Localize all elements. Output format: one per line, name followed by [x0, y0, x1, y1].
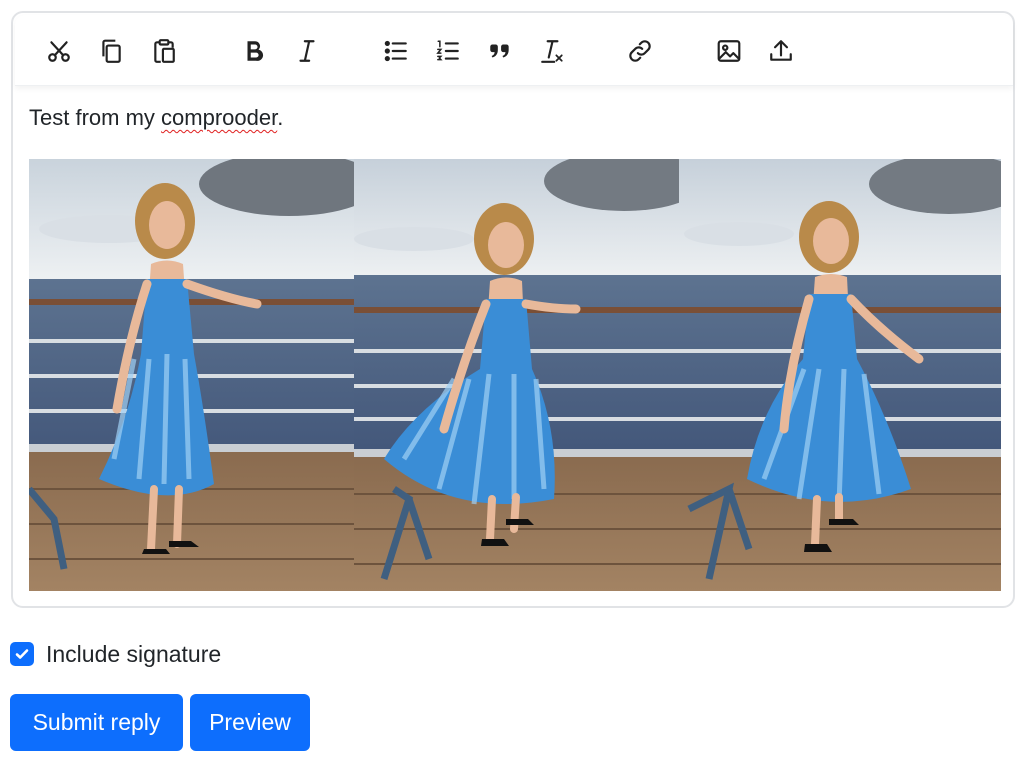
copy-button[interactable]: [93, 33, 129, 69]
quote-icon: [490, 44, 509, 58]
italic-button[interactable]: [289, 33, 325, 69]
numbered-list-icon: [436, 40, 459, 61]
submit-reply-button[interactable]: Submit reply: [10, 694, 183, 751]
photo-illustration: [679, 159, 1001, 591]
editor-text[interactable]: Test from my comprooder.: [29, 103, 283, 133]
photo-illustration: [354, 159, 679, 591]
paste-button[interactable]: [146, 33, 182, 69]
cut-icon: [48, 41, 70, 62]
upload-button[interactable]: [763, 33, 799, 69]
clear-format-icon: [541, 40, 563, 63]
misspelled-word[interactable]: comprooder: [161, 105, 277, 130]
image-gallery: [29, 159, 1001, 591]
numbered-list-button[interactable]: [430, 33, 466, 69]
paste-icon: [154, 39, 175, 63]
reply-editor: Test from my comprooder.: [11, 11, 1015, 608]
italic-icon: [299, 40, 315, 62]
photo-illustration: [29, 159, 354, 591]
embedded-photo-2[interactable]: [354, 159, 679, 591]
checkmark-icon: [15, 649, 29, 659]
image-icon: [717, 40, 741, 62]
embedded-photo-3[interactable]: [679, 159, 1001, 591]
cut-button[interactable]: [41, 33, 77, 69]
bold-icon: [247, 41, 264, 61]
text-before: Test from my: [29, 105, 162, 130]
insert-image-button[interactable]: [711, 33, 747, 69]
preview-button[interactable]: Preview: [190, 694, 310, 751]
include-signature-label[interactable]: Include signature: [46, 641, 221, 668]
upload-icon: [770, 40, 792, 61]
embedded-photo-1[interactable]: [29, 159, 354, 591]
bullet-list-icon: [384, 40, 407, 62]
quote-button[interactable]: [482, 33, 518, 69]
link-icon: [629, 40, 651, 62]
bullet-list-button[interactable]: [378, 33, 414, 69]
text-after: .: [277, 105, 284, 130]
link-button[interactable]: [622, 33, 658, 69]
bold-button[interactable]: [236, 33, 272, 69]
editor-toolbar: [15, 15, 1013, 86]
clear-format-button[interactable]: [534, 33, 570, 69]
include-signature-option[interactable]: Include signature: [10, 640, 221, 668]
include-signature-checkbox[interactable]: [10, 642, 34, 666]
copy-icon: [102, 39, 121, 63]
